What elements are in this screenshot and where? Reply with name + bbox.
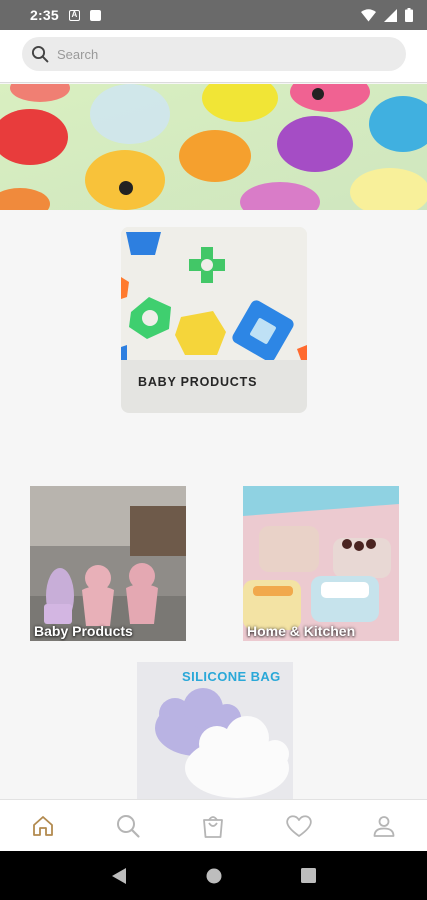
featured-category-label: BABY PRODUCTS (138, 375, 258, 389)
system-home-button[interactable] (206, 868, 222, 884)
category-tile-silicone-bag[interactable]: SILICONE BAG (137, 662, 293, 800)
status-icons (361, 8, 413, 22)
shopping-bag-icon (203, 815, 224, 838)
silicone-bag-caption: SILICONE BAG (182, 669, 281, 684)
featured-category-card[interactable]: BABY PRODUCTS (121, 227, 307, 413)
category-tile-baby-products[interactable]: Baby Products (30, 486, 186, 641)
system-navigation-bar (0, 851, 427, 900)
bottom-navigation (0, 799, 427, 851)
baby-products-image (30, 486, 186, 641)
search-bar[interactable] (22, 37, 406, 71)
home-circle-icon (206, 868, 222, 883)
app-screen: 2:35 A Search BABY PRODUCTS Baby Product… (0, 0, 427, 900)
wifi-icon (361, 8, 376, 21)
system-recents-button[interactable] (300, 868, 316, 883)
nav-cart[interactable] (193, 806, 233, 846)
heart-icon (286, 814, 312, 837)
recents-icon (300, 868, 316, 883)
nav-search[interactable] (108, 806, 148, 846)
signal-icon (384, 8, 397, 22)
featured-category-image (121, 227, 307, 362)
hero-banner-image (0, 84, 427, 210)
accessibility-icon: A (68, 9, 80, 21)
nav-home[interactable] (23, 806, 63, 846)
search-input[interactable] (57, 46, 357, 62)
hero-banner[interactable] (0, 84, 427, 210)
category-tile-label: Home & Kitchen (247, 623, 356, 639)
status-time: 2:35 (30, 7, 59, 23)
back-icon (112, 867, 127, 884)
nav-wishlist[interactable] (279, 806, 319, 846)
search-header (0, 30, 427, 83)
home-kitchen-image (243, 486, 399, 641)
category-tile-home-kitchen[interactable]: Home & Kitchen (243, 486, 399, 641)
category-tile-label: Baby Products (34, 623, 133, 639)
search-icon (117, 814, 140, 838)
status-bar: 2:35 A (0, 0, 427, 30)
home-icon (32, 815, 53, 836)
nav-account[interactable] (364, 806, 404, 846)
sd-card-icon (89, 9, 101, 21)
battery-icon (405, 8, 413, 22)
search-icon (31, 45, 49, 63)
user-icon (373, 815, 395, 837)
system-back-button[interactable] (111, 867, 127, 885)
